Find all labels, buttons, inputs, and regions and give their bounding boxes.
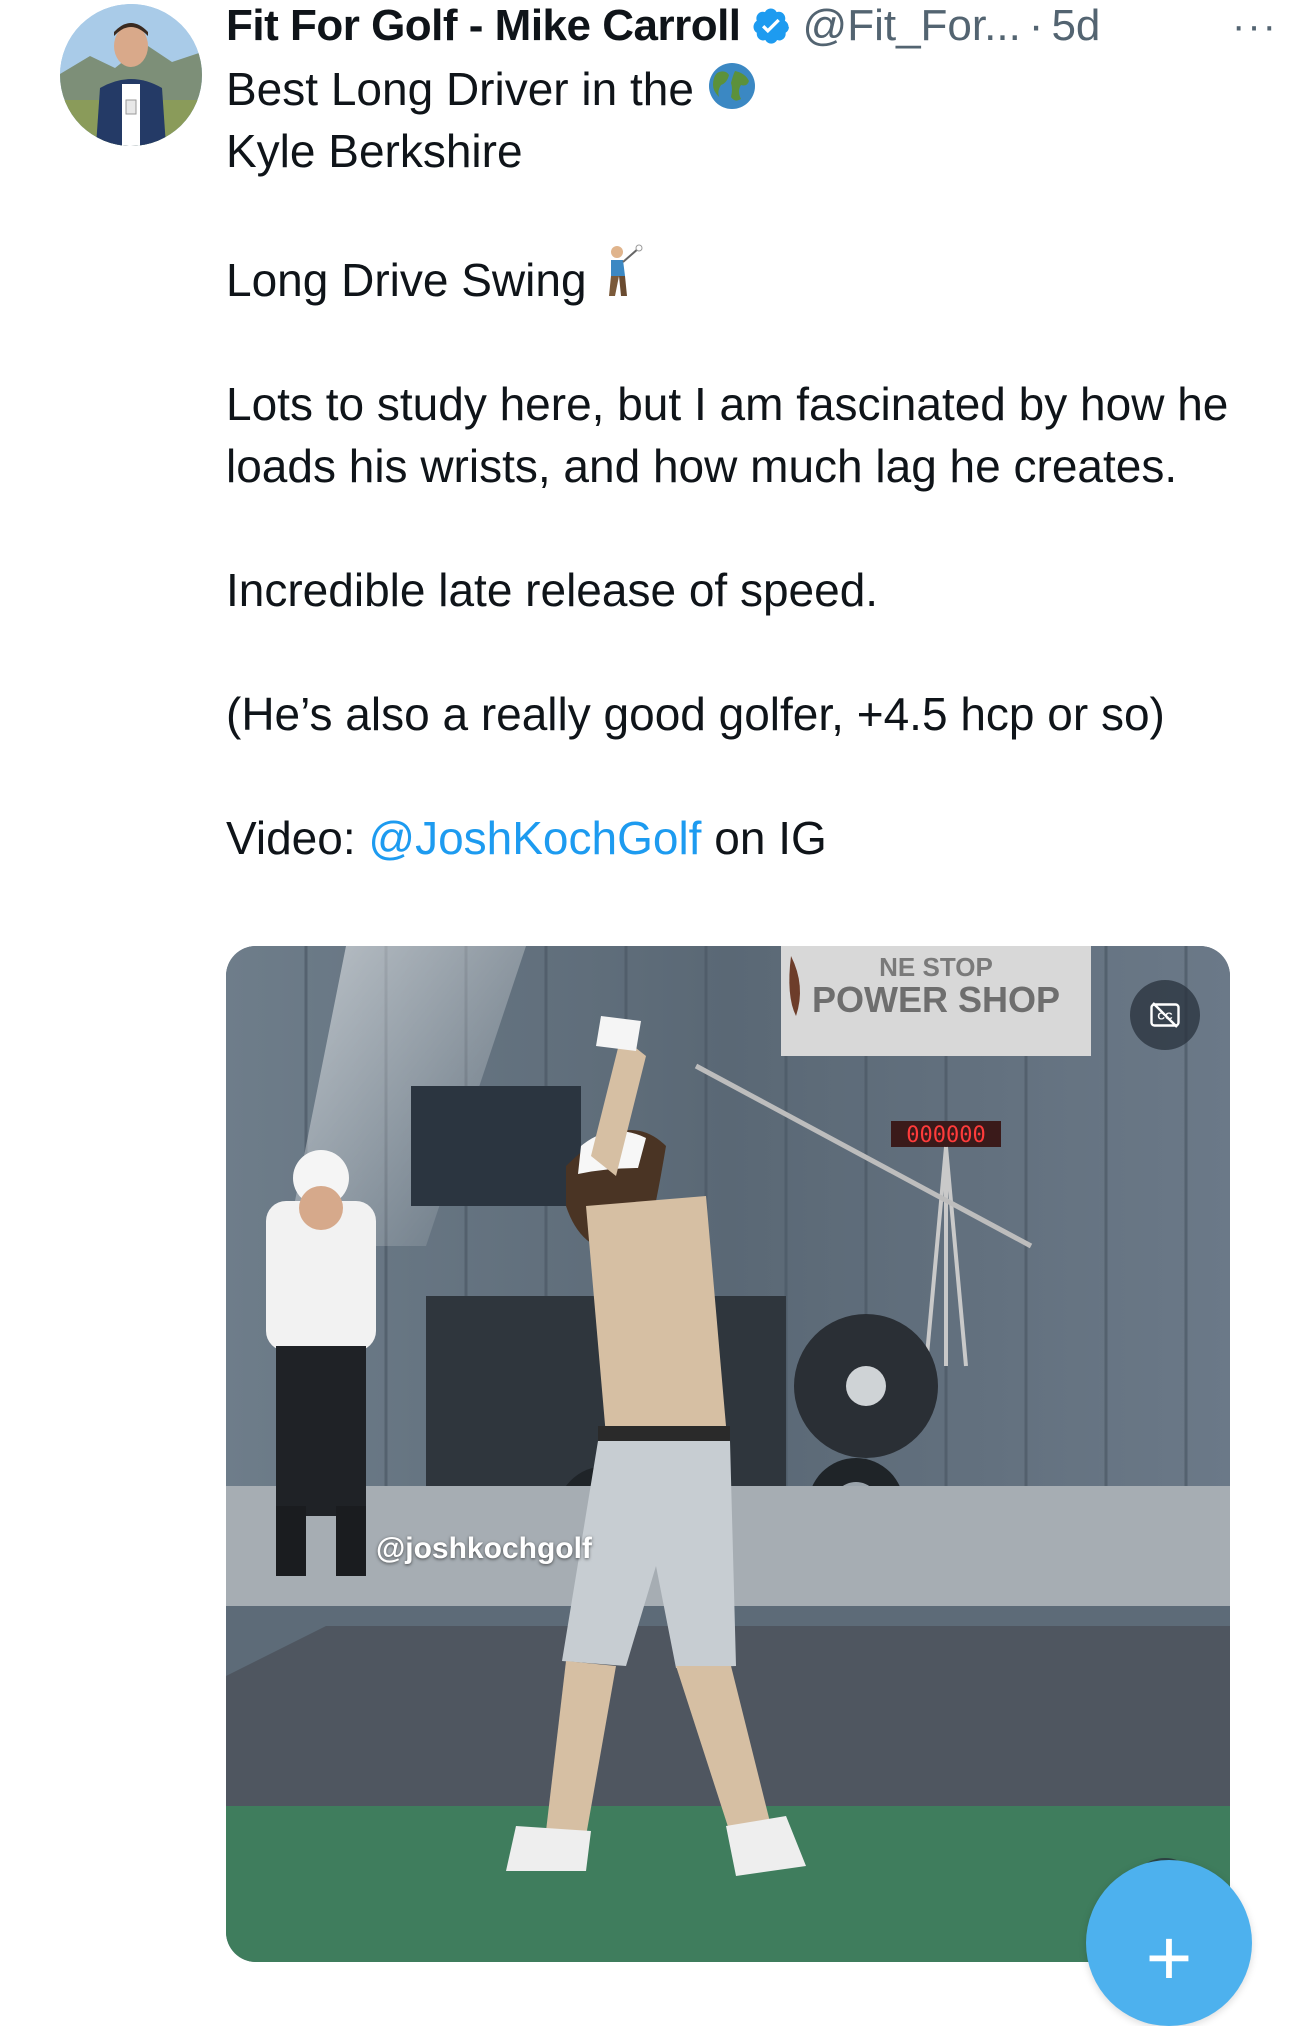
tweet-time[interactable]: 5d [1051, 1, 1100, 51]
tweet-line: Best Long Driver in the [226, 58, 1236, 120]
captions-button[interactable]: CC [1130, 980, 1200, 1050]
more-options-button[interactable]: ··· [1232, 4, 1278, 49]
tweet-line: Long Drive Swing [226, 244, 1236, 311]
tweet-line-text: Long Drive Swing [226, 254, 587, 306]
tweet-paragraph: Lots to study here, but I am fascinated … [226, 378, 1229, 492]
globe-emoji-icon [708, 63, 755, 109]
tweet-line: Kyle Berkshire [226, 125, 523, 177]
video-player[interactable]: NE STOP POWER SHOP 000000 @joshkochgolf [226, 946, 1230, 1962]
tweet-line-text: Best Long Driver in the [226, 63, 694, 115]
verified-badge-icon [753, 8, 789, 44]
profile-photo [60, 4, 202, 146]
tweet-paragraph: (He’s also a really good golfer, +4.5 hc… [226, 688, 1165, 740]
avatar[interactable] [60, 4, 202, 146]
separator-dot: · [1028, 1, 1044, 50]
video-credit-prefix: Video: [226, 812, 369, 864]
video-credit-suffix: on IG [701, 812, 827, 864]
led-readout: 000000 [906, 1123, 985, 1148]
golfer-emoji-icon [609, 244, 643, 296]
captions-off-icon: CC [1150, 1002, 1180, 1028]
compose-button[interactable]: + [1086, 1860, 1252, 2026]
video-frame: NE STOP POWER SHOP 000000 [226, 946, 1230, 1962]
tweet-header: Fit For Golf - Mike Carroll @Fit_For... … [226, 0, 1276, 52]
tweet-text: Best Long Driver in the Kyle Berkshire L… [226, 58, 1236, 869]
author-name[interactable]: Fit For Golf - Mike Carroll [226, 1, 741, 51]
tweet-paragraph: Incredible late release of speed. [226, 564, 879, 616]
author-handle[interactable]: @Fit_For... [803, 1, 1021, 51]
sign-line1: NE STOP [879, 952, 993, 982]
compose-plus-icon: + [1145, 1913, 1193, 2002]
video-watermark: @joshkochgolf [376, 1532, 592, 1565]
sign-line2: POWER SHOP [812, 979, 1060, 1020]
mention-link[interactable]: @JoshKochGolf [368, 812, 701, 864]
tweet-paragraph: Video: @JoshKochGolf on IG [226, 807, 1236, 869]
